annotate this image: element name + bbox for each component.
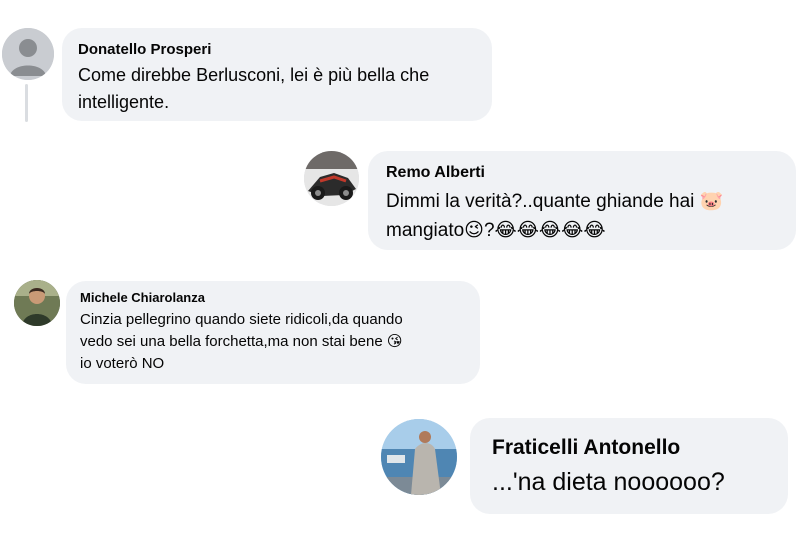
comment-author[interactable]: Remo Alberti <box>386 163 778 183</box>
comment-text: Cinzia pellegrino quando siete ridicoli,… <box>80 311 403 372</box>
comment-author[interactable]: Michele Chiarolanza <box>80 289 466 307</box>
avatar[interactable] <box>304 151 359 206</box>
comment-author[interactable]: Fraticelli Antonello <box>492 434 766 461</box>
avatar[interactable] <box>381 419 457 495</box>
comment-bubble: Remo Alberti Dimmi la verità?..quante gh… <box>368 151 796 250</box>
motorcycle-photo <box>304 151 359 206</box>
thread-line <box>25 84 28 122</box>
avatar[interactable] <box>2 28 54 80</box>
comment-text: ...'na dieta noooooo? <box>492 468 725 496</box>
person-photo <box>14 280 60 326</box>
seaside-photo <box>381 419 457 495</box>
default-profile-icon <box>2 28 54 80</box>
avatar[interactable] <box>14 280 60 326</box>
comment-bubble: Michele Chiarolanza Cinzia pellegrino qu… <box>66 281 480 384</box>
comment-bubble: Fraticelli Antonello ...'na dieta nooooo… <box>470 418 788 514</box>
comment-text: Come direbbe Berlusconi, lei è più bella… <box>78 65 430 112</box>
comment-text: Dimmi la verità?..quante ghiande hai 🐷 m… <box>386 191 724 241</box>
comment-author[interactable]: Donatello Prosperi <box>78 40 476 60</box>
comment-bubble: Donatello Prosperi Come direbbe Berlusco… <box>62 28 492 121</box>
